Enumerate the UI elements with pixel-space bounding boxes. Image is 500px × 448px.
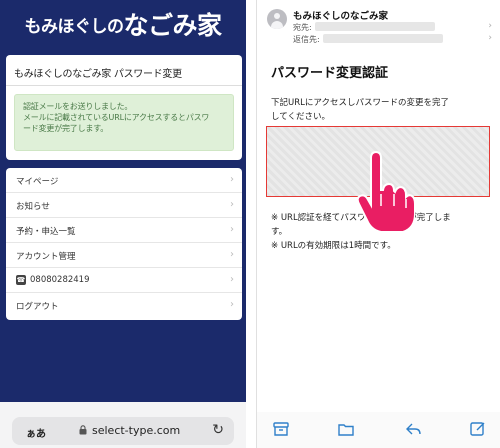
redacted-address xyxy=(314,22,435,31)
menu-item-phone[interactable]: ☎ 08080282419 › xyxy=(6,268,242,293)
alert-line: メールに記載されているURLにアクセスするとパスワ xyxy=(23,113,210,122)
note-line: ※ URLの有効期限は1時間です。 xyxy=(271,241,396,251)
menu-item-mypage[interactable]: マイページ › xyxy=(6,168,242,193)
card-divider xyxy=(6,85,242,86)
browser-bottom-bar: ぁあ select-type.com ↻ xyxy=(0,402,246,448)
body-line: 下記URLにアクセスしパスワードの変更を完了 xyxy=(271,98,449,108)
menu-item-label: 08080282419 xyxy=(30,275,90,285)
sender-avatar xyxy=(267,9,287,29)
success-alert: 認証メールをお送りしました。 メールに記載されているURLにアクセスするとパスワ… xyxy=(14,94,234,151)
alert-line: ード変更が完了します。 xyxy=(23,124,108,133)
sender-name[interactable]: もみほぐしのなごみ家 xyxy=(293,8,388,22)
mail-toolbar xyxy=(257,412,500,448)
menu-item-label: アカウント管理 xyxy=(16,252,76,262)
menu-item-label: お知らせ xyxy=(16,202,50,212)
menu-item-reservations[interactable]: 予約・申込一覧 › xyxy=(6,218,242,243)
to-label: 宛先: xyxy=(293,23,312,32)
archive-icon[interactable] xyxy=(272,420,290,438)
menu-item-label: マイページ xyxy=(16,177,59,187)
chevron-right-icon[interactable]: › xyxy=(488,21,492,31)
reload-icon[interactable]: ↻ xyxy=(212,422,224,438)
logo-big-text: なごみ家 xyxy=(123,11,222,40)
menu-item-label: ログアウト xyxy=(16,302,59,312)
compose-icon[interactable] xyxy=(469,420,487,438)
menu-item-label: 予約・申込一覧 xyxy=(16,227,76,237)
url-text: select-type.com xyxy=(92,424,181,437)
reply-icon[interactable] xyxy=(404,420,422,438)
site-logo[interactable]: もみほぐしのなごみ家 xyxy=(0,6,246,50)
folder-icon[interactable] xyxy=(337,420,355,438)
phone-icon: ☎ xyxy=(16,275,26,285)
password-change-card: もみほぐしのなごみ家 パスワード変更 認証メールをお送りしました。 メールに記載… xyxy=(6,55,242,160)
chevron-right-icon: › xyxy=(230,299,234,310)
menu-list: マイページ › お知らせ › 予約・申込一覧 › アカウント管理 › ☎ 080… xyxy=(6,168,242,320)
chevron-right-icon: › xyxy=(230,274,234,285)
right-phone-screen: もみほぐしのなごみ家 宛先: › 返信先: › パスワード変更認証 下記URLに… xyxy=(256,0,500,448)
card-title: もみほぐしのなごみ家 パスワード変更 xyxy=(14,69,182,80)
avatar-body xyxy=(271,21,283,29)
avatar-head xyxy=(274,13,280,19)
redacted-address xyxy=(322,34,443,43)
reply-to-label: 返信先: xyxy=(293,35,320,44)
chevron-right-icon: › xyxy=(230,199,234,210)
alert-line: 認証メールをお送りしました。 xyxy=(23,102,133,111)
to-line: 宛先: xyxy=(293,22,435,33)
mail-body: 下記URLにアクセスしパスワードの変更を完了 してください。 xyxy=(271,96,449,124)
reply-to-line: 返信先: xyxy=(293,34,443,45)
chevron-right-icon: › xyxy=(230,174,234,185)
menu-item-logout[interactable]: ログアウト › xyxy=(6,293,242,318)
left-phone-screen: もみほぐしのなごみ家 もみほぐしのなごみ家 パスワード変更 認証メールをお送りし… xyxy=(0,0,246,448)
address-bar[interactable]: ぁあ select-type.com ↻ xyxy=(12,417,234,445)
menu-item-news[interactable]: お知らせ › xyxy=(6,193,242,218)
chevron-right-icon[interactable]: › xyxy=(488,33,492,43)
pointing-hand-icon xyxy=(355,150,416,234)
menu-item-account[interactable]: アカウント管理 › xyxy=(6,243,242,268)
body-line: してください。 xyxy=(271,112,330,122)
chevron-right-icon: › xyxy=(230,224,234,235)
chevron-right-icon: › xyxy=(230,249,234,260)
logo-small-text: もみほぐしの xyxy=(24,17,124,37)
mail-title: パスワード変更認証 xyxy=(271,66,389,81)
lock-icon xyxy=(79,425,87,438)
text-size-button[interactable]: ぁあ xyxy=(26,425,46,440)
